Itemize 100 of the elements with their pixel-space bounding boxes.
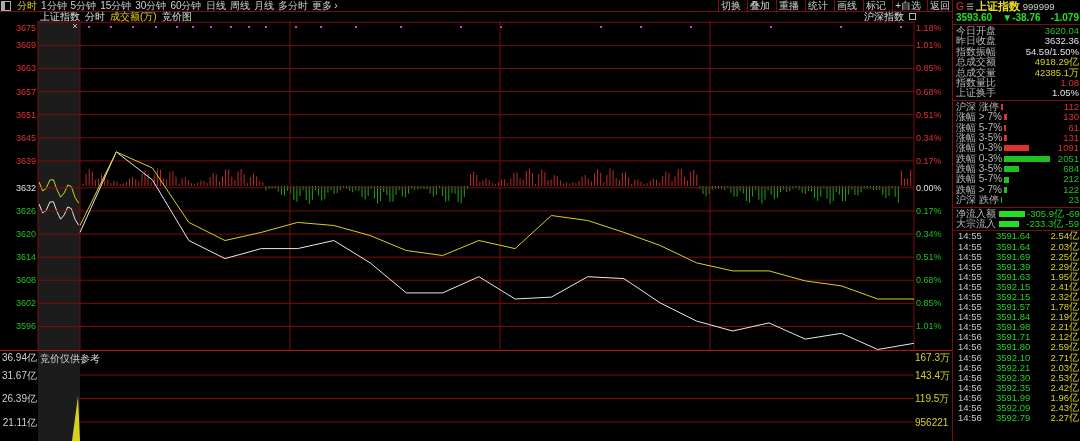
breadth-count: 61 <box>1068 122 1079 133</box>
y-tick-label: 3608 <box>15 275 36 286</box>
stat-label: 指数振幅 <box>956 46 997 57</box>
y-tick-label: 3596 <box>15 321 36 332</box>
breadth-bar <box>1004 145 1029 152</box>
period-tab[interactable]: 1分钟 <box>41 0 67 11</box>
y-tick-label: 3675 <box>15 22 36 33</box>
period-tab[interactable]: 更多 › <box>311 0 338 11</box>
breadth-bar <box>1000 103 1004 110</box>
breadth-bar <box>1004 166 1020 173</box>
breadth-label: 涨幅 > 7% <box>956 112 1002 123</box>
tick-time: 14:56 <box>958 352 983 363</box>
breadth-label: 涨幅 3-5% <box>956 132 1003 144</box>
menu-icon[interactable] <box>966 2 973 10</box>
period-tab[interactable]: 分时 <box>17 0 37 11</box>
tick-time: 14:55 <box>958 251 983 262</box>
tick-time: 14:55 <box>958 231 983 242</box>
chart-label: 分时 <box>85 12 105 21</box>
tick-amount: 2.42亿 <box>1050 382 1079 393</box>
volume-axis-label: 26.39亿 <box>1 393 37 404</box>
breadth-count: 131 <box>1063 132 1079 144</box>
period-tab[interactable]: 日线 <box>205 0 226 11</box>
tick-amount: 1.96亿 <box>1050 392 1079 403</box>
percent-change: -1.079 <box>1050 12 1079 24</box>
tool-button[interactable]: 返回 <box>927 0 952 11</box>
breadth-count: 122 <box>1063 184 1079 196</box>
flow-value: -233.3亿 <box>1026 219 1064 230</box>
tick-time: 14:56 <box>958 372 983 383</box>
panel-toggle-icon[interactable] <box>1 0 11 11</box>
tick-price: 3592.30 <box>996 372 1032 383</box>
compare-checkbox[interactable] <box>909 13 916 20</box>
tick-price: 3591.99 <box>996 392 1032 403</box>
stat-value: 1.08 <box>1060 77 1079 89</box>
stat-label: 今日开盘 <box>956 26 997 37</box>
breadth-count: 1091 <box>1057 143 1079 154</box>
percent-label: 0.85% <box>916 63 942 74</box>
tick-price: 3591.80 <box>996 342 1032 353</box>
tick-price: 3591.71 <box>996 332 1032 343</box>
percent-label: 0.51% <box>916 252 942 263</box>
y-tick-label: 3657 <box>15 86 36 97</box>
tick-price: 3591.84 <box>996 312 1032 323</box>
y-tick-label: 3632 <box>15 182 36 193</box>
breadth-count: 212 <box>1063 174 1079 185</box>
volume-axis-label: 119.5万 <box>915 393 950 404</box>
period-tab[interactable]: 60分钟 <box>170 0 202 11</box>
tool-button[interactable]: 统计 <box>805 0 831 11</box>
stat-value: 3620.04 <box>1044 26 1079 37</box>
volume-axis-label: 21.11亿 <box>2 416 37 428</box>
y-tick-label: 3620 <box>15 229 36 240</box>
breadth-count: 130 <box>1063 112 1079 123</box>
y-tick-label: 3669 <box>15 40 36 51</box>
tick-amount: 2.25亿 <box>1050 251 1079 262</box>
flow-value: -59 <box>1065 219 1079 230</box>
chart-label: 上证指数 <box>40 12 80 21</box>
flow-bar <box>999 221 1019 228</box>
period-tab[interactable]: 周线 <box>229 0 250 11</box>
volume-axis-label: 143.4万 <box>915 369 951 381</box>
tick-time: 14:55 <box>958 312 983 323</box>
y-tick-label: 3626 <box>15 205 36 216</box>
tick-amount: 2.54亿 <box>1050 231 1079 242</box>
last-price: 3593.60 <box>956 12 993 24</box>
stat-label: 总成交量 <box>956 67 997 78</box>
tool-button[interactable]: 重播 <box>776 0 802 11</box>
period-tab[interactable]: 15分钟 <box>100 0 132 11</box>
tick-time: 14:55 <box>958 302 983 313</box>
period-tab[interactable]: 月线 <box>253 0 274 11</box>
tick-time: 14:56 <box>958 392 983 403</box>
tool-button[interactable]: 画线 <box>834 0 860 11</box>
tick-price: 3591.64 <box>996 231 1032 242</box>
breadth-bar <box>1003 114 1007 121</box>
tick-amount: 2.03亿 <box>1050 241 1079 252</box>
percent-label: 0.34% <box>916 229 942 240</box>
close-icon[interactable] <box>72 23 78 29</box>
percent-label: 0.17% <box>916 205 942 216</box>
breadth-label: 跌幅 3-5% <box>956 164 1003 175</box>
tick-time: 14:55 <box>958 261 983 272</box>
period-tab[interactable]: 5分钟 <box>70 0 97 11</box>
tick-time: 14:56 <box>958 382 983 393</box>
tick-amount: 2.03亿 <box>1050 362 1079 373</box>
stat-value: 54.59/1.50% <box>1025 46 1079 57</box>
percent-label: 0.00% <box>916 182 942 193</box>
period-tab[interactable]: 30分钟 <box>135 0 167 11</box>
flow-label: 净流入额 <box>956 208 997 219</box>
y-tick-label: 3663 <box>15 63 36 74</box>
index-name: 上证指数 <box>975 0 1020 13</box>
period-tab[interactable]: 多分时 <box>277 0 308 11</box>
tool-button[interactable]: 切换 <box>718 0 744 11</box>
tick-amount: 2.41亿 <box>1050 281 1079 292</box>
breadth-count: 112 <box>1063 101 1079 113</box>
breadth-bar <box>1003 187 1007 194</box>
index-code: 999999 <box>1022 0 1055 12</box>
volume-axis-label: 167.3万 <box>915 351 951 363</box>
breadth-label: 沪深 涨停 <box>956 101 999 113</box>
tick-price: 3592.35 <box>996 382 1032 393</box>
flow-value: -69 <box>1065 208 1080 220</box>
tool-button[interactable]: 标记 <box>863 0 889 11</box>
stat-value: 42385.1万 <box>1034 67 1079 78</box>
breadth-bar <box>1004 176 1009 183</box>
tick-amount: 2.43亿 <box>1050 403 1079 414</box>
tool-button[interactable]: +自选 <box>892 0 923 11</box>
